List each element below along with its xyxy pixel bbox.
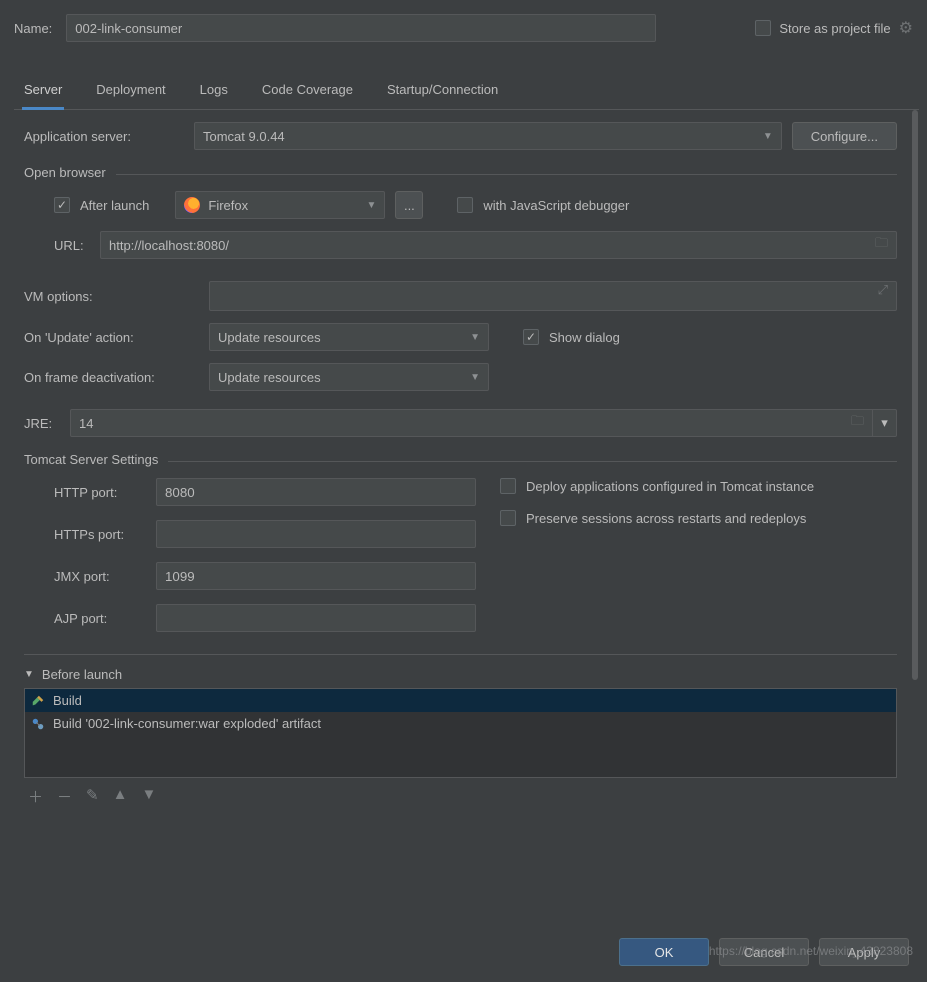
- https-port-label: HTTPs port:: [54, 527, 146, 542]
- https-port-input[interactable]: [156, 520, 476, 548]
- ajp-port-label: AJP port:: [54, 611, 146, 626]
- name-label: Name:: [14, 21, 52, 36]
- on-update-select[interactable]: Update resources ▼: [209, 323, 489, 351]
- http-port-input[interactable]: [156, 478, 476, 506]
- before-launch-list[interactable]: Build Build '002-link-consumer:war explo…: [24, 688, 897, 778]
- artifact-icon: [31, 717, 45, 731]
- on-update-label: On 'Update' action:: [24, 330, 199, 345]
- after-launch-label: After launch: [80, 198, 149, 213]
- apply-button[interactable]: Apply: [819, 938, 909, 966]
- on-frame-deactivation-value: Update resources: [218, 370, 321, 385]
- store-as-project-label: Store as project file: [779, 21, 890, 36]
- show-dialog-checkbox[interactable]: [523, 329, 539, 345]
- folder-icon[interactable]: 🗀: [851, 412, 864, 434]
- name-input[interactable]: [66, 14, 656, 42]
- before-launch-label: Before launch: [42, 667, 122, 682]
- tomcat-settings-legend: Tomcat Server Settings: [24, 452, 168, 467]
- vm-options-label: VM options:: [24, 289, 199, 304]
- configure-button[interactable]: Configure...: [792, 122, 897, 150]
- tab-server[interactable]: Server: [22, 74, 64, 110]
- chevron-down-icon: ▼: [470, 332, 480, 343]
- preserve-sessions-checkbox[interactable]: [500, 510, 516, 526]
- tab-deployment[interactable]: Deployment: [94, 74, 167, 109]
- url-input[interactable]: http://localhost:8080/ 🗀: [100, 231, 897, 259]
- store-as-project-checkbox[interactable]: [755, 20, 771, 36]
- add-icon[interactable]: ＋: [28, 786, 43, 807]
- jmx-port-label: JMX port:: [54, 569, 146, 584]
- collapse-icon: ▼: [24, 669, 34, 680]
- tab-startup-connection[interactable]: Startup/Connection: [385, 74, 500, 109]
- tab-code-coverage[interactable]: Code Coverage: [260, 74, 355, 109]
- on-frame-deactivation-label: On frame deactivation:: [24, 370, 199, 385]
- after-launch-checkbox[interactable]: [54, 197, 70, 213]
- move-down-icon[interactable]: ▼: [141, 786, 156, 807]
- jre-select[interactable]: 14 🗀 ▾: [70, 409, 897, 437]
- before-launch-item[interactable]: Build '002-link-consumer:war exploded' a…: [25, 712, 896, 735]
- js-debugger-checkbox[interactable]: [457, 197, 473, 213]
- before-launch-item-label: Build: [53, 693, 82, 708]
- jre-value: 14: [79, 416, 93, 431]
- tab-logs[interactable]: Logs: [198, 74, 230, 109]
- jmx-port-input[interactable]: [156, 562, 476, 590]
- deploy-apps-label: Deploy applications configured in Tomcat…: [526, 479, 814, 494]
- folder-icon[interactable]: 🗀: [875, 234, 888, 256]
- tab-bar: Server Deployment Logs Code Coverage Sta…: [14, 74, 919, 110]
- before-launch-header[interactable]: ▼ Before launch: [24, 661, 897, 688]
- ok-button[interactable]: OK: [619, 938, 709, 966]
- url-value: http://localhost:8080/: [109, 238, 229, 253]
- browser-select[interactable]: Firefox ▼: [175, 191, 385, 219]
- edit-icon[interactable]: ✎: [86, 786, 99, 807]
- remove-icon[interactable]: －: [57, 786, 72, 807]
- browser-value: Firefox: [208, 198, 248, 213]
- on-update-value: Update resources: [218, 330, 321, 345]
- firefox-icon: [184, 197, 200, 213]
- vm-options-input[interactable]: ⤢: [209, 281, 897, 311]
- url-label: URL:: [54, 238, 90, 253]
- before-launch-toolbar: ＋ － ✎ ▲ ▼: [24, 778, 897, 815]
- preserve-sessions-label: Preserve sessions across restarts and re…: [526, 511, 806, 526]
- open-browser-legend: Open browser: [24, 165, 116, 180]
- chevron-down-icon[interactable]: ▾: [872, 410, 896, 436]
- gear-icon[interactable]: ⚙: [899, 18, 913, 38]
- chevron-down-icon: ▼: [470, 372, 480, 383]
- app-server-select[interactable]: Tomcat 9.0.44 ▼: [194, 122, 782, 150]
- app-server-value: Tomcat 9.0.44: [203, 129, 285, 144]
- js-debugger-label: with JavaScript debugger: [483, 198, 629, 213]
- chevron-down-icon: ▼: [366, 200, 376, 211]
- show-dialog-label: Show dialog: [549, 330, 620, 345]
- before-launch-item[interactable]: Build: [25, 689, 896, 712]
- browser-ellipsis-button[interactable]: ...: [395, 191, 423, 219]
- jre-label: JRE:: [24, 416, 60, 431]
- before-launch-item-label: Build '002-link-consumer:war exploded' a…: [53, 716, 321, 731]
- app-server-label: Application server:: [24, 129, 184, 144]
- vertical-scrollbar[interactable]: [911, 110, 919, 924]
- hammer-icon: [31, 694, 45, 708]
- cancel-button[interactable]: Cancel: [719, 938, 809, 966]
- ajp-port-input[interactable]: [156, 604, 476, 632]
- on-frame-deactivation-select[interactable]: Update resources ▼: [209, 363, 489, 391]
- deploy-apps-checkbox[interactable]: [500, 478, 516, 494]
- chevron-down-icon: ▼: [763, 131, 773, 142]
- expand-icon[interactable]: ⤢: [878, 282, 888, 298]
- move-up-icon[interactable]: ▲: [113, 786, 128, 807]
- http-port-label: HTTP port:: [54, 485, 146, 500]
